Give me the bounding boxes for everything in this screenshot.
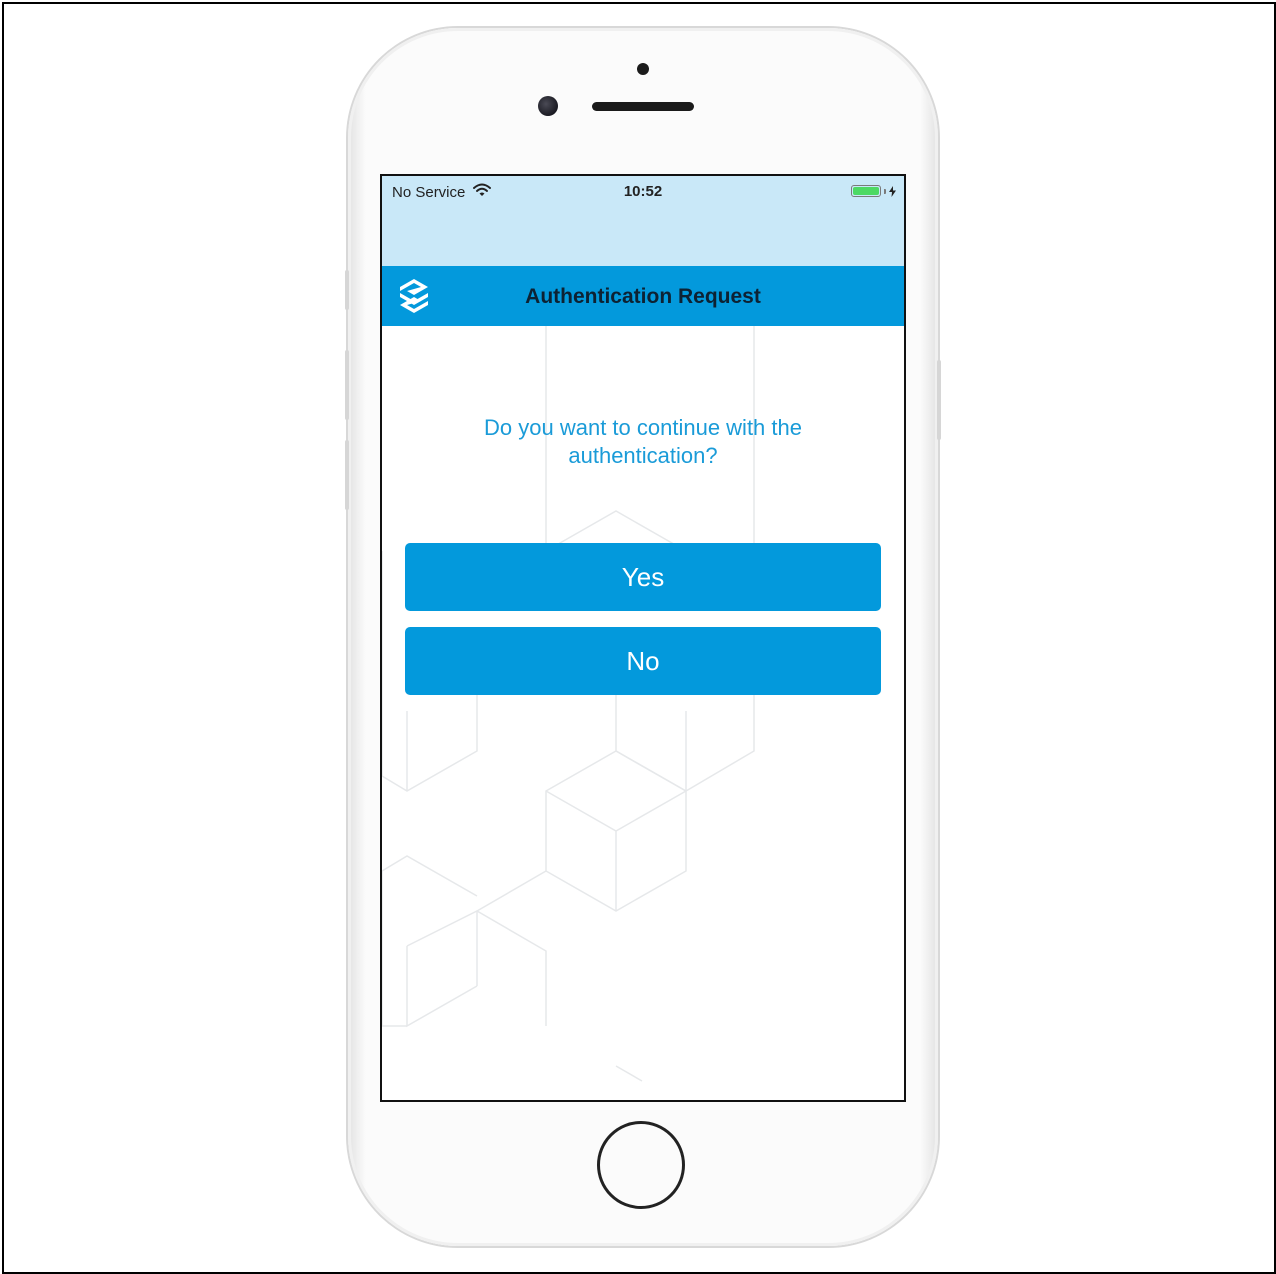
- phone-screen: No Service 10:52 Authentication Request …: [380, 174, 906, 1102]
- proximity-sensor: [637, 63, 649, 75]
- yes-button[interactable]: Yes: [405, 543, 881, 611]
- auth-content: Do you want to continue with the authent…: [382, 326, 904, 1100]
- auth-question: Do you want to continue with the authent…: [484, 415, 802, 468]
- power-button: [937, 360, 941, 440]
- home-button[interactable]: [597, 1121, 685, 1209]
- app-bar: Authentication Request: [382, 266, 904, 326]
- battery-fill: [853, 187, 879, 195]
- volume-up-button: [345, 350, 349, 420]
- charging-bolt-icon: [889, 185, 896, 197]
- battery-charging-icon: [851, 185, 896, 197]
- status-bar: No Service 10:52: [382, 176, 904, 266]
- front-camera: [538, 96, 558, 116]
- earpiece-speaker: [592, 102, 694, 111]
- battery-body: [851, 185, 881, 197]
- no-button[interactable]: No: [405, 627, 881, 695]
- volume-down-button: [345, 440, 349, 510]
- mute-switch: [345, 270, 349, 310]
- battery-tip: [884, 188, 886, 194]
- page-title: Authentication Request: [525, 285, 761, 308]
- status-time: 10:52: [623, 183, 663, 200]
